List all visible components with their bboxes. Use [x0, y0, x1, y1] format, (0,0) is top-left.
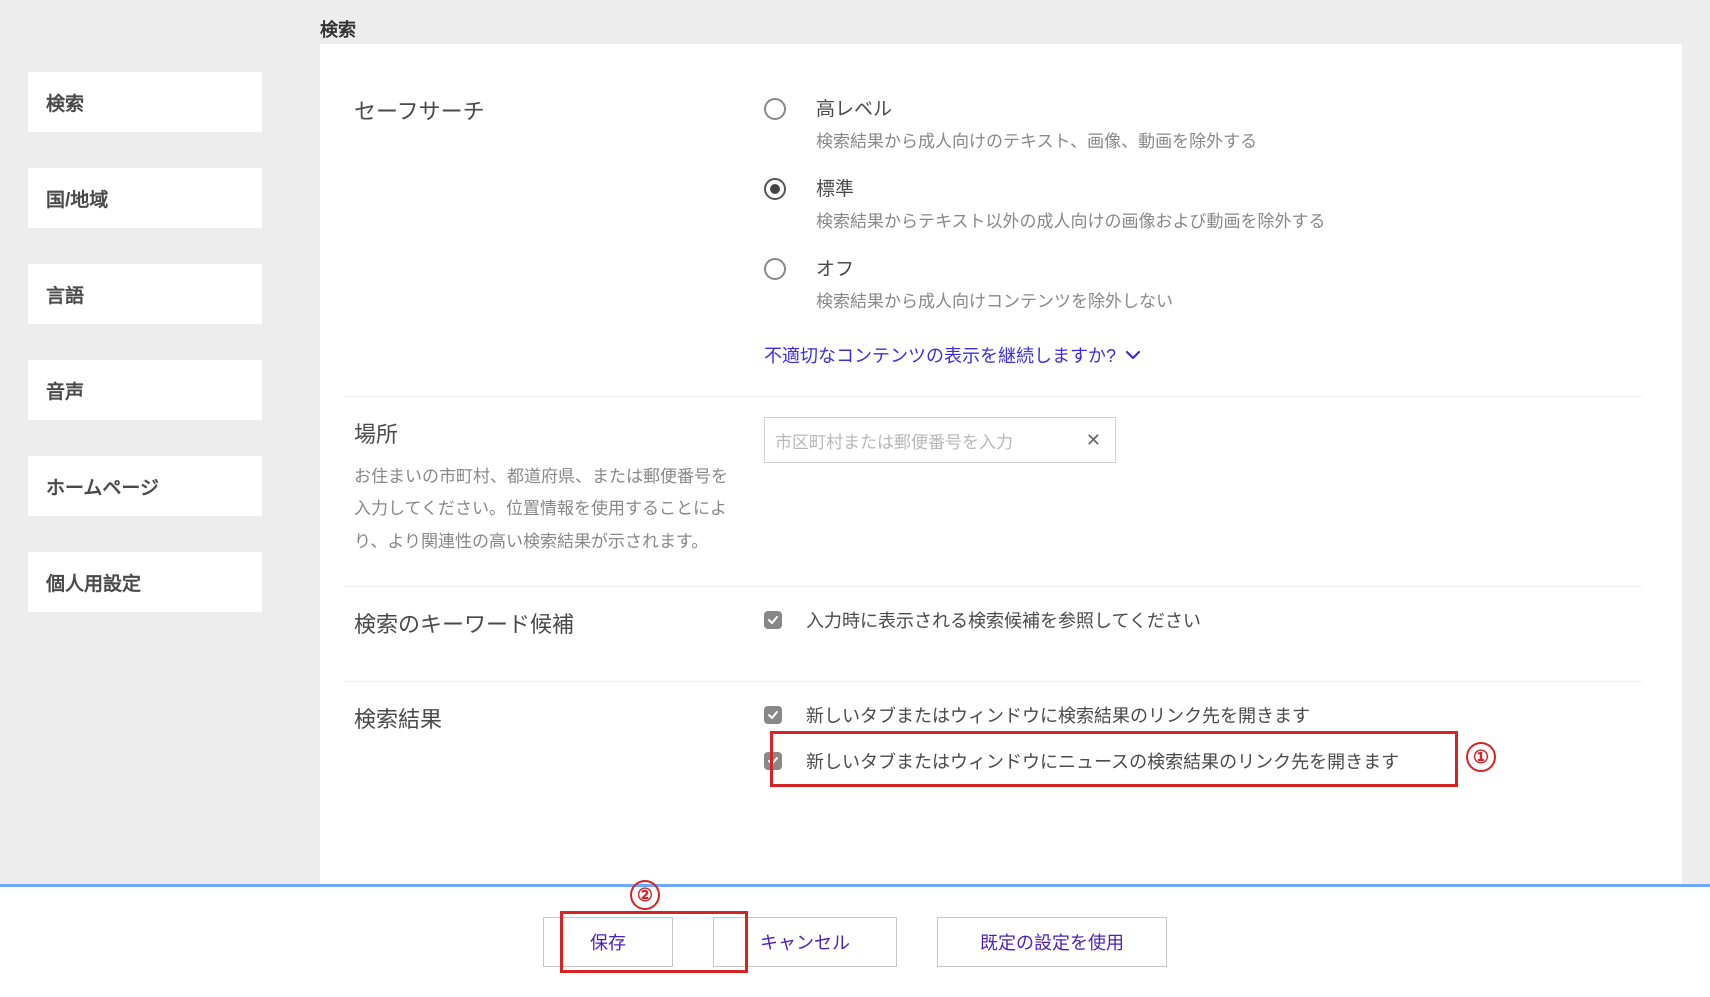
- chevron-down-icon: [1126, 348, 1140, 362]
- safesearch-option-off[interactable]: オフ 検索結果から成人向けコンテンツを除外しない: [764, 254, 1642, 312]
- sidebar-item-homepage[interactable]: ホームページ: [28, 456, 262, 516]
- results-open-new-tab-label: 新しいタブまたはウィンドウに検索結果のリンク先を開きます: [806, 702, 1310, 728]
- save-button[interactable]: 保存: [543, 917, 673, 967]
- settings-card: セーフサーチ 高レベル 検索結果から成人向けのテキスト、画像、動画を除外する 標…: [320, 44, 1682, 997]
- safesearch-moderate-desc: 検索結果からテキスト以外の成人向けの画像および動画を除外する: [816, 207, 1326, 232]
- location-placeholder: 市区町村または郵便番号を入力: [775, 428, 1013, 453]
- safesearch-expand-text: 不適切なコンテンツの表示を継続しますか?: [764, 342, 1116, 368]
- sidebar-item-search[interactable]: 検索: [28, 72, 262, 132]
- safesearch-option-moderate[interactable]: 標準 検索結果からテキスト以外の成人向けの画像および動画を除外する: [764, 174, 1642, 232]
- safesearch-off-label: オフ: [816, 254, 1173, 281]
- location-heading: 場所: [354, 417, 744, 449]
- sidebar-item-language[interactable]: 言語: [28, 264, 262, 324]
- footer-bar: 保存 キャンセル 既定の設定を使用: [0, 884, 1710, 997]
- results-heading: 検索結果: [354, 702, 744, 734]
- sidebar-item-voice[interactable]: 音声: [28, 360, 262, 420]
- annotation-number-1: ①: [1466, 742, 1496, 772]
- safesearch-off-desc: 検索結果から成人向けコンテンツを除外しない: [816, 287, 1173, 312]
- results-news-new-tab-row[interactable]: 新しいタブまたはウィンドウにニュースの検索結果のリンク先を開きます: [764, 748, 1642, 774]
- safesearch-expand-link[interactable]: 不適切なコンテンツの表示を継続しますか?: [764, 342, 1140, 368]
- safesearch-section: セーフサーチ 高レベル 検索結果から成人向けのテキスト、画像、動画を除外する 標…: [344, 74, 1642, 397]
- annotation-number-2: ②: [630, 880, 660, 910]
- suggestions-heading: 検索のキーワード候補: [354, 607, 744, 639]
- defaults-button[interactable]: 既定の設定を使用: [937, 917, 1167, 967]
- location-section: 場所 お住まいの市町村、都道府県、または郵便番号を入力してください。位置情報を使…: [344, 397, 1642, 587]
- results-section: 検索結果 新しいタブまたはウィンドウに検索結果のリンク先を開きます 新しいタブま…: [344, 682, 1642, 822]
- cancel-button[interactable]: キャンセル: [713, 917, 897, 967]
- sidebar-item-region[interactable]: 国/地域: [28, 168, 262, 228]
- safesearch-strict-desc: 検索結果から成人向けのテキスト、画像、動画を除外する: [816, 127, 1257, 152]
- checkbox-icon[interactable]: [764, 611, 782, 629]
- checkbox-icon[interactable]: [764, 706, 782, 724]
- checkbox-icon[interactable]: [764, 752, 782, 770]
- settings-sidebar: 検索 国/地域 言語 音声 ホームページ 個人用設定: [28, 72, 262, 648]
- safesearch-moderate-label: 標準: [816, 174, 1326, 201]
- radio-icon[interactable]: [764, 178, 786, 200]
- safesearch-heading: セーフサーチ: [354, 94, 744, 126]
- results-open-new-tab-row[interactable]: 新しいタブまたはウィンドウに検索結果のリンク先を開きます: [764, 702, 1642, 728]
- radio-icon[interactable]: [764, 258, 786, 280]
- safesearch-strict-label: 高レベル: [816, 94, 1257, 121]
- safesearch-option-strict[interactable]: 高レベル 検索結果から成人向けのテキスト、画像、動画を除外する: [764, 94, 1642, 152]
- suggestions-section: 検索のキーワード候補 入力時に表示される検索候補を参照してください: [344, 587, 1642, 682]
- page-title: 検索: [320, 16, 356, 42]
- radio-icon[interactable]: [764, 98, 786, 120]
- location-desc: お住まいの市町村、都道府県、または郵便番号を入力してください。位置情報を使用する…: [354, 461, 744, 558]
- suggestions-label: 入力時に表示される検索候補を参照してください: [806, 607, 1201, 633]
- sidebar-item-personalization[interactable]: 個人用設定: [28, 552, 262, 612]
- clear-icon[interactable]: ✕: [1082, 430, 1105, 451]
- suggestions-checkbox-row[interactable]: 入力時に表示される検索候補を参照してください: [764, 607, 1642, 633]
- results-news-new-tab-label: 新しいタブまたはウィンドウにニュースの検索結果のリンク先を開きます: [806, 748, 1399, 774]
- location-input[interactable]: 市区町村または郵便番号を入力 ✕: [764, 417, 1116, 463]
